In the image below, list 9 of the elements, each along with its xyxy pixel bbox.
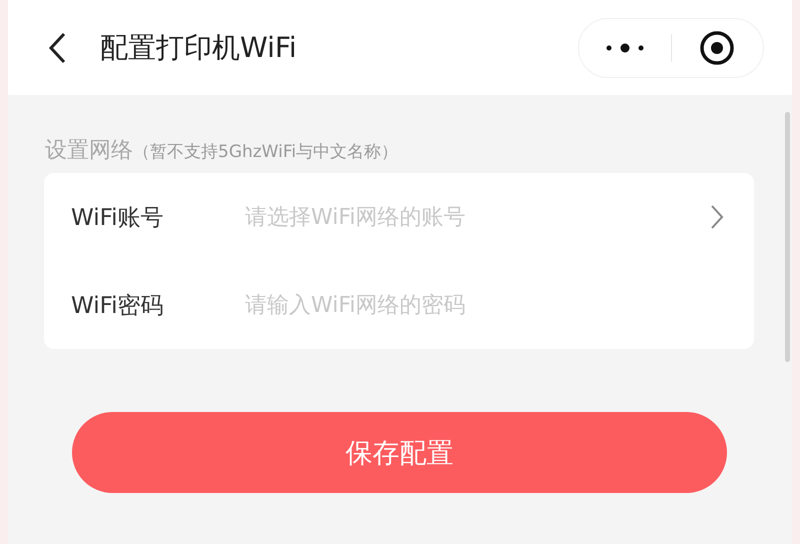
chevron-right-icon — [710, 204, 724, 230]
close-icon[interactable] — [699, 30, 736, 66]
page-title: 配置打印机WiFi — [100, 30, 298, 66]
section-note: （暂不支持5GhzWiFi与中文名称） — [133, 142, 398, 162]
field-label: WiFi密码 — [71, 292, 165, 320]
field-label: WiFi账号 — [71, 204, 165, 232]
save-button[interactable]: 保存配置 — [72, 412, 727, 493]
section-title: 设置网络 — [45, 138, 133, 163]
more-icon[interactable] — [604, 42, 645, 52]
